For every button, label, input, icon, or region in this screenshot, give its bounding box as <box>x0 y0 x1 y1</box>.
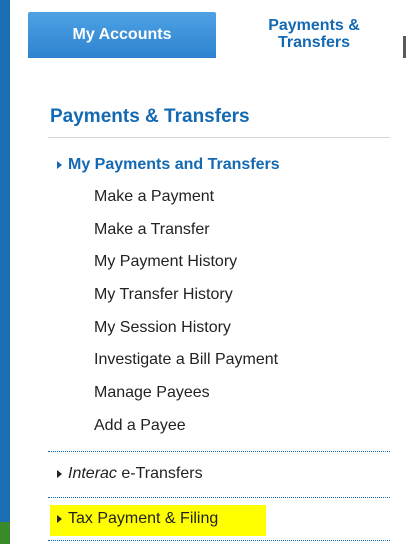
menu-item-interac[interactable]: Interac e-Transfers <box>57 465 203 483</box>
menu-item-session-history[interactable]: My Session History <box>94 315 278 348</box>
menu-group-my-payments[interactable]: My Payments and Transfers <box>57 156 280 174</box>
tab-payments-line2: Transfers <box>277 34 351 51</box>
interac-brand-text: Interac <box>68 465 117 482</box>
menu-item-payment-history[interactable]: My Payment History <box>94 249 278 282</box>
tax-payment-label: Tax Payment & Filing <box>68 510 219 527</box>
menu-group-label: My Payments and Transfers <box>68 156 280 173</box>
menu-item-make-payment[interactable]: Make a Payment <box>94 184 278 217</box>
menu-item-add-payee[interactable]: Add a Payee <box>94 413 278 446</box>
menu-item-make-transfer[interactable]: Make a Transfer <box>94 217 278 250</box>
menu-item-tax-payment[interactable]: Tax Payment & Filing <box>57 510 218 528</box>
interac-rest-text: e-Transfers <box>116 465 203 482</box>
left-stripe <box>0 0 10 544</box>
page: My Accounts Payments & Transfers Payment… <box>0 0 407 544</box>
tab-separator <box>403 36 406 58</box>
collapsed-arrow-icon <box>57 515 62 523</box>
divider <box>48 451 390 452</box>
section-title: Payments & Transfers <box>50 106 250 127</box>
left-stripe-green <box>0 522 10 544</box>
expand-arrow-icon <box>57 161 62 169</box>
tab-my-accounts-label: My Accounts <box>72 26 172 43</box>
divider <box>48 497 390 498</box>
title-divider <box>48 137 390 138</box>
divider <box>48 540 390 541</box>
tab-payments-transfers[interactable]: Payments & Transfers <box>230 10 398 58</box>
collapsed-arrow-icon <box>57 470 62 478</box>
menu-item-investigate-bill[interactable]: Investigate a Bill Payment <box>94 347 278 380</box>
menu-item-transfer-history[interactable]: My Transfer History <box>94 282 278 315</box>
submenu-list: Make a Payment Make a Transfer My Paymen… <box>94 184 278 446</box>
tab-my-accounts[interactable]: My Accounts <box>28 12 216 58</box>
tab-payments-line1: Payments & <box>268 17 360 34</box>
menu-item-manage-payees[interactable]: Manage Payees <box>94 380 278 413</box>
